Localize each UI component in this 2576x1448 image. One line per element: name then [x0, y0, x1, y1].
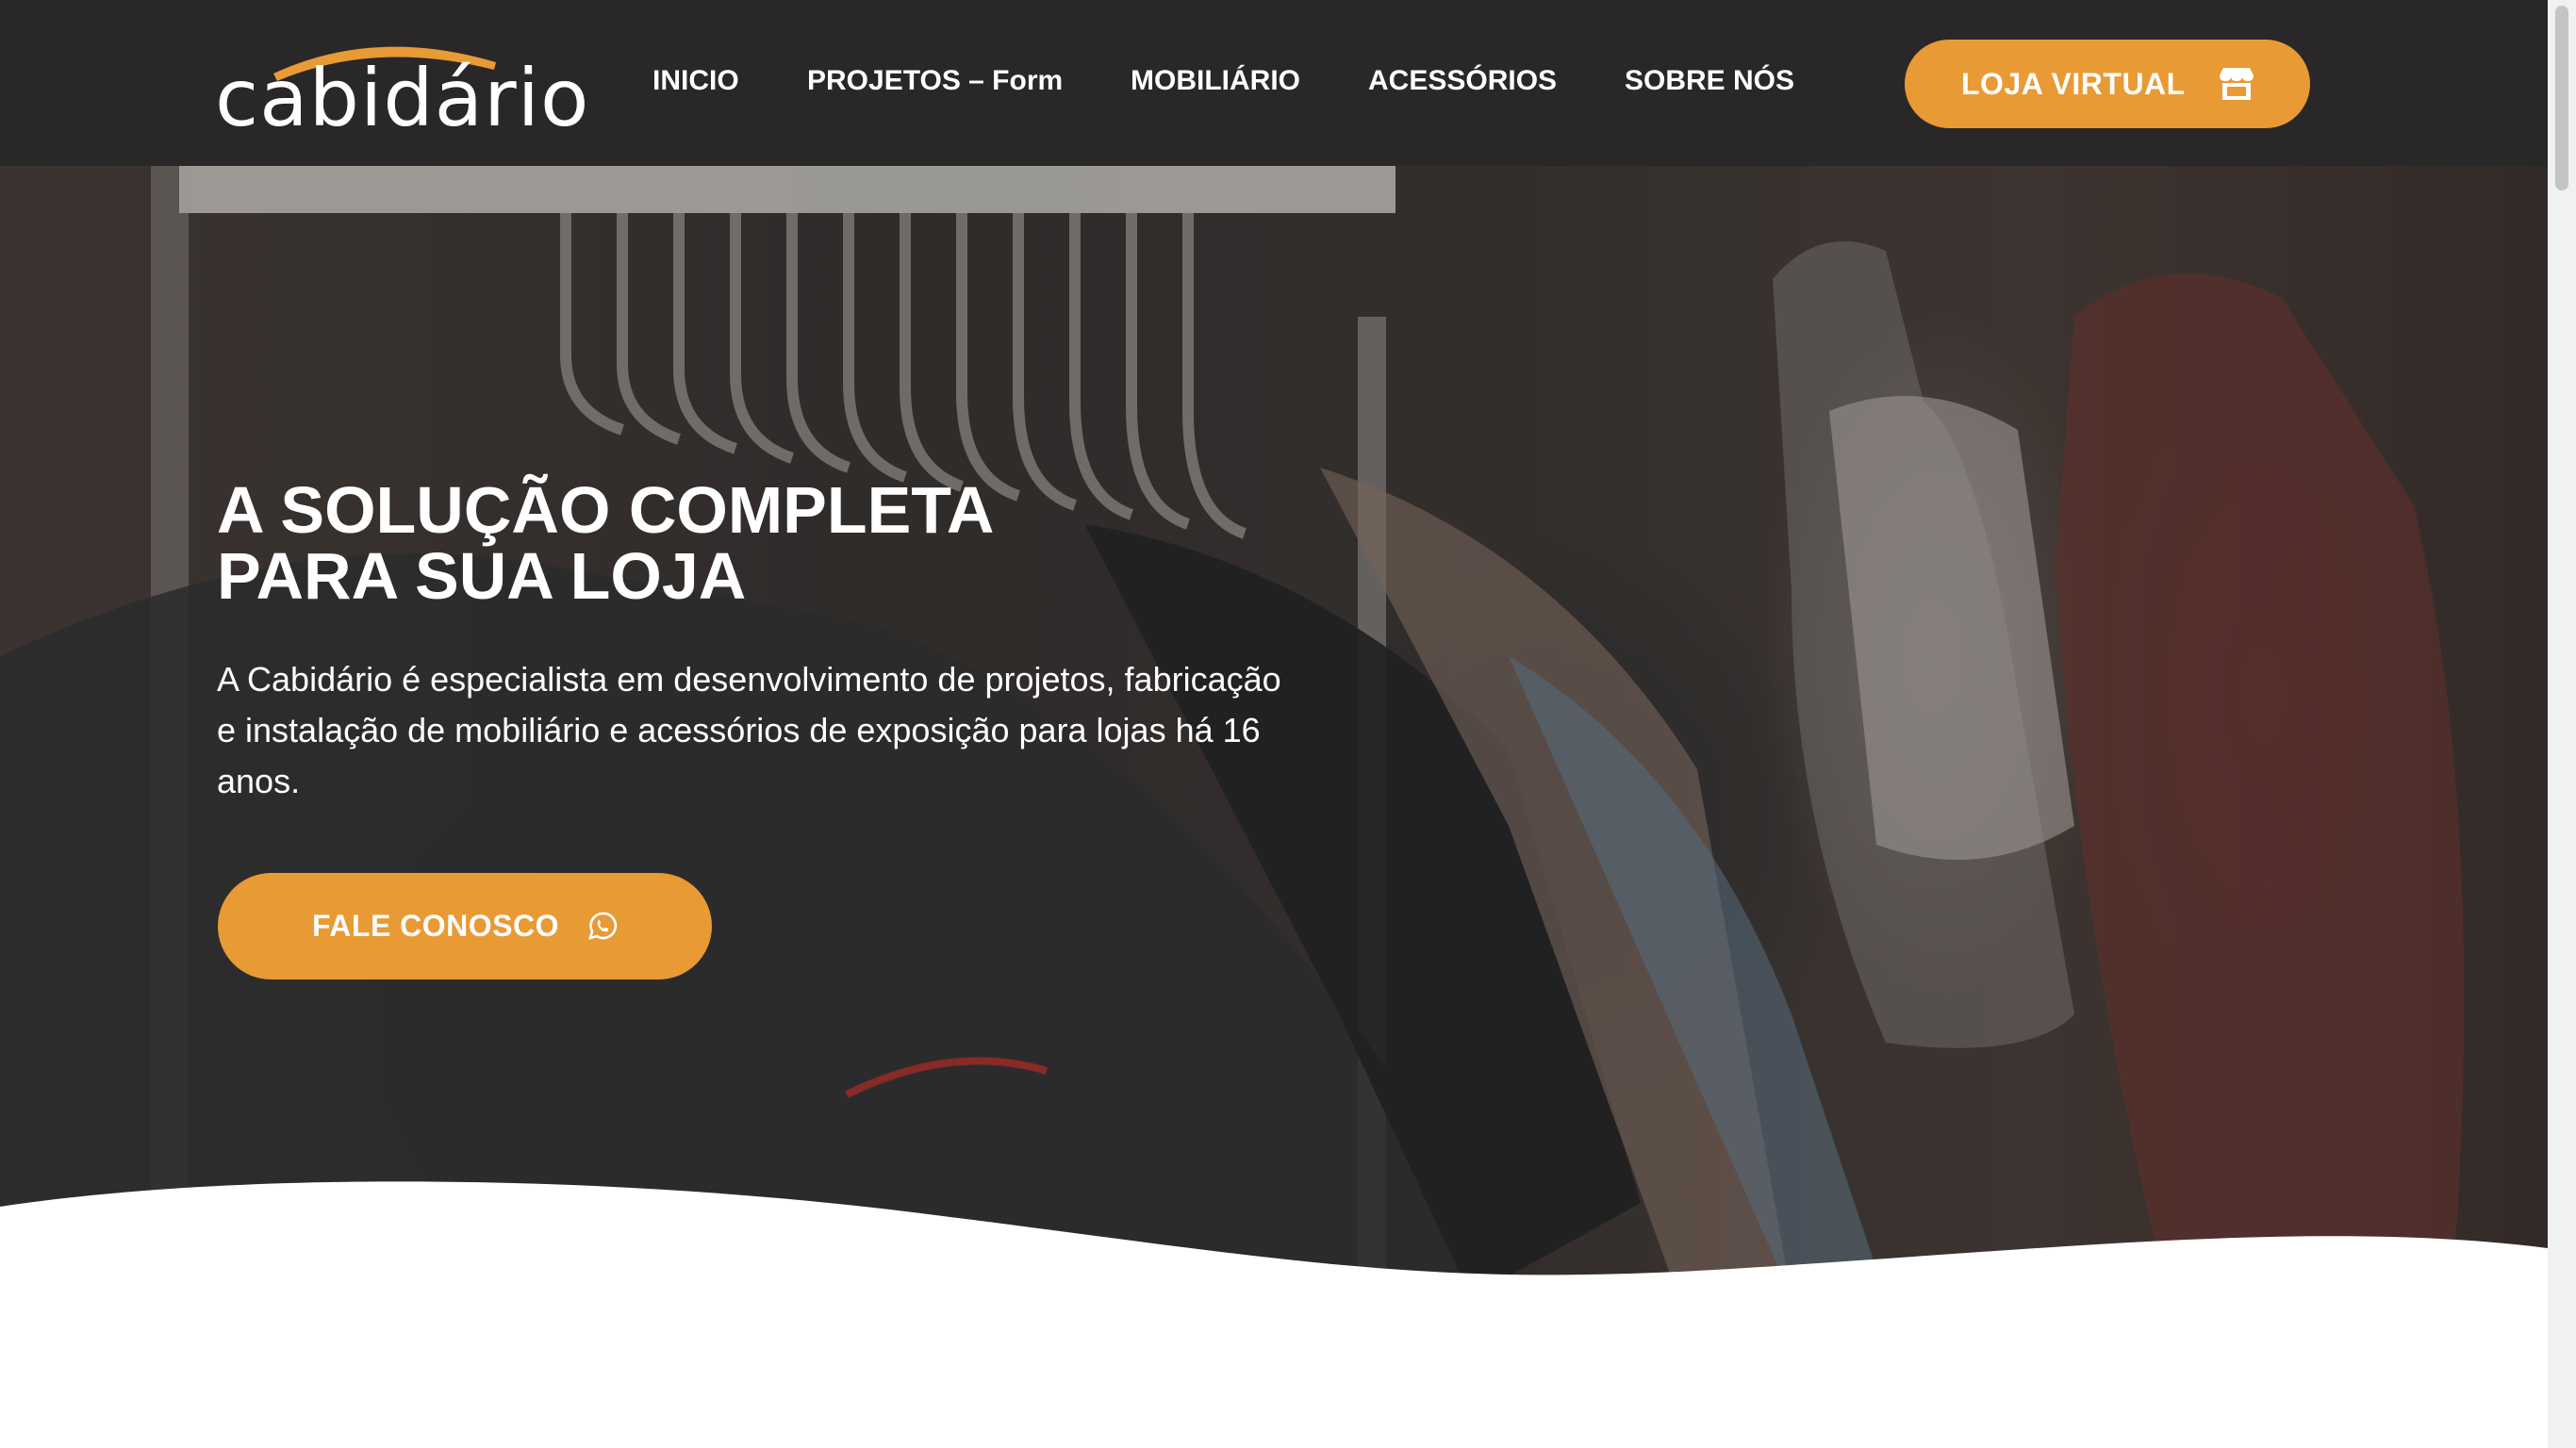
nav-inicio[interactable]: INICIO: [652, 62, 739, 100]
loja-virtual-button[interactable]: LOJA VIRTUAL: [1905, 40, 2310, 128]
storefront-icon: [2220, 68, 2254, 100]
whatsapp-icon: [588, 912, 618, 940]
hero-title-line-1: A SOLUÇÃO COMPLETA: [217, 473, 995, 547]
fale-conosco-button[interactable]: FALE CONOSCO: [218, 873, 712, 979]
logo-text: cabidário: [215, 52, 590, 144]
fale-conosco-label: FALE CONOSCO: [312, 909, 560, 943]
hero-description: A Cabidário é especialista em desenvolvi…: [217, 660, 1281, 800]
hero-wave-divider: [0, 1181, 2548, 1297]
nav-projetos[interactable]: PROJETOS – Form: [807, 62, 1063, 100]
nav-mobiliario[interactable]: MOBILIÁRIO: [1131, 62, 1300, 100]
site-header: cabidário INICIO PROJETOS – Form MOBILIÁ…: [0, 0, 2548, 166]
scrollbar-thumb[interactable]: [2555, 6, 2568, 190]
nav-acessorios[interactable]: ACESSÓRIOS: [1368, 62, 1557, 100]
hero-title-line-2: PARA SUA LOJA: [217, 539, 747, 613]
hero-section: A SOLUÇÃO COMPLETA PARA SUA LOJA A Cabid…: [0, 166, 2548, 1297]
site-logo[interactable]: cabidário: [215, 34, 588, 138]
page-scrollbar[interactable]: [2548, 0, 2576, 1448]
nav-sobre-nos[interactable]: SOBRE NÓS: [1625, 62, 1794, 100]
hero-title: A SOLUÇÃO COMPLETA PARA SUA LOJA: [217, 477, 1348, 609]
loja-virtual-label: LOJA VIRTUAL: [1961, 66, 2186, 101]
